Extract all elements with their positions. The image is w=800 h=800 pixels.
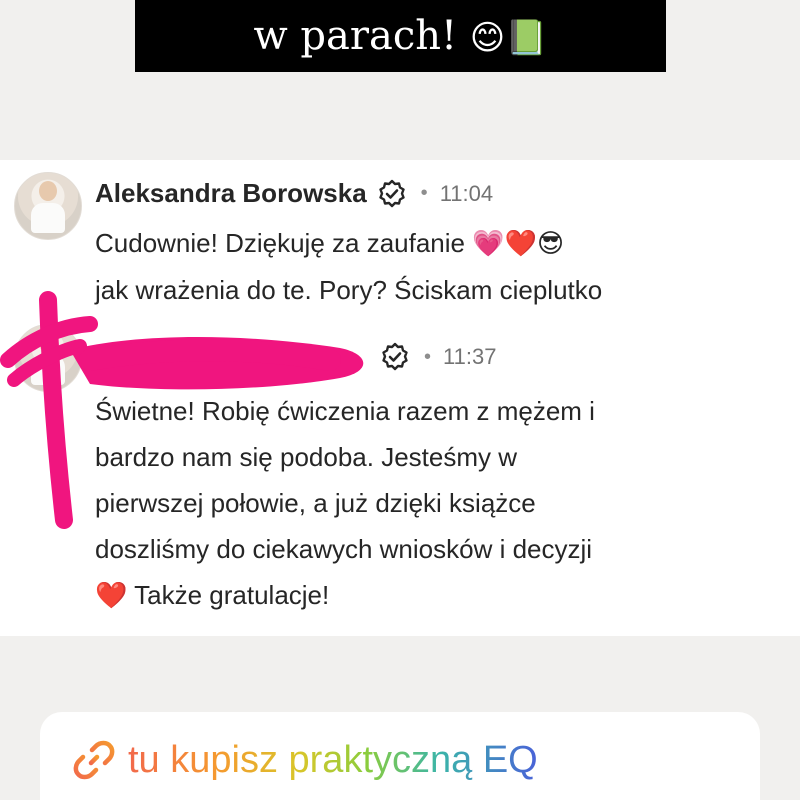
- author-name[interactable]: Aleksandra Borowska: [95, 178, 367, 209]
- heart-emoji: ❤️: [95, 581, 128, 611]
- redaction-scribble: [0, 291, 364, 529]
- separator-dot: •: [424, 345, 432, 368]
- avatar[interactable]: [14, 172, 82, 240]
- caption-text: w parach!: [253, 13, 458, 59]
- comment-header: Aleksandra Borowska • 11:04: [95, 178, 493, 209]
- comment-time: 11:37: [443, 344, 497, 369]
- story-caption: w parach! 😊📗: [135, 0, 666, 72]
- comment-time: 11:04: [439, 180, 494, 206]
- verified-badge-icon: [377, 179, 407, 209]
- caption-emojis: 😊📗: [469, 18, 548, 58]
- link-sticker[interactable]: tu kupisz praktyczną EQ: [72, 738, 538, 782]
- link-sticker-text[interactable]: tu kupisz praktyczną EQ: [128, 739, 538, 782]
- comment-line: ❤️ Także gratulacje!: [95, 580, 330, 611]
- separator-dot: •: [420, 182, 428, 204]
- comment-emojis: 💗❤️😎: [472, 229, 565, 259]
- comment-line: Cudownie! Dziękuję za zaufanie 💗❤️😎: [95, 228, 565, 259]
- link-icon: [72, 738, 116, 782]
